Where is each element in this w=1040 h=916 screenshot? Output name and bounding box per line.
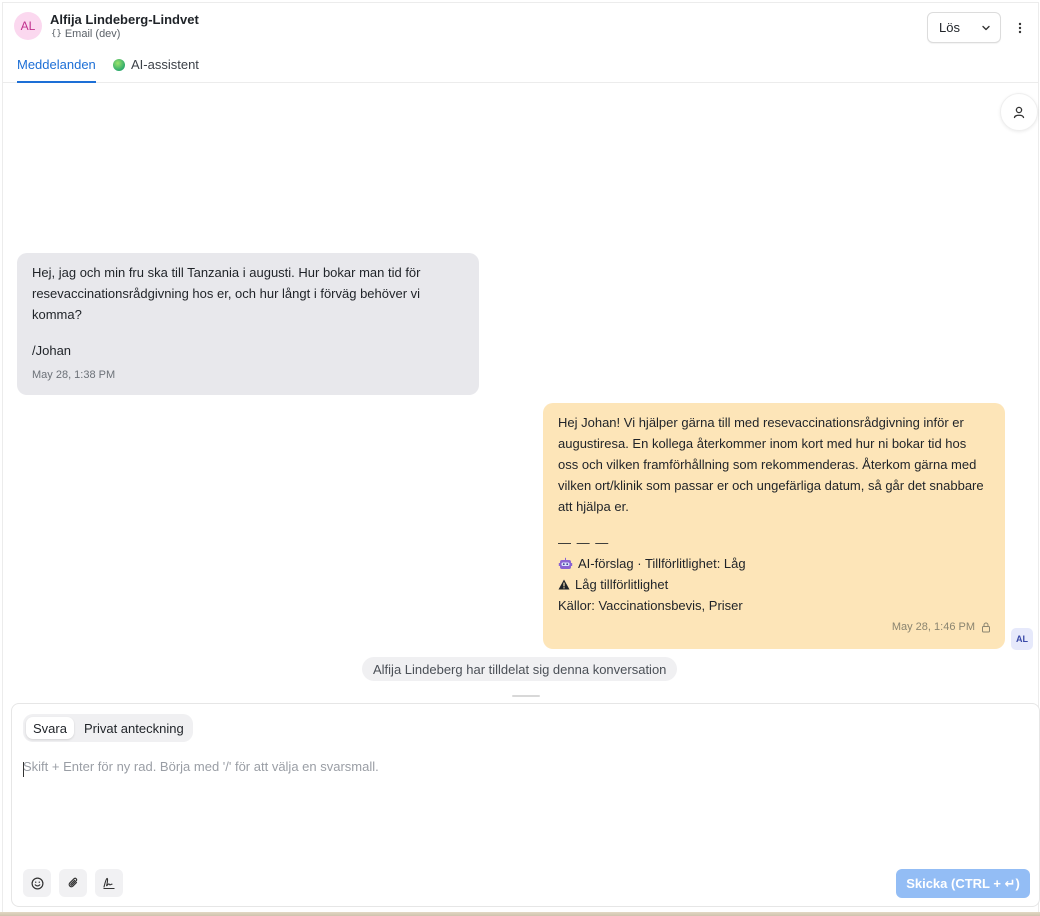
warning-line: Låg tillförlitlighet <box>558 574 990 595</box>
warning-icon <box>558 579 570 590</box>
message-text: Hej Johan! Vi hjälper gärna till med res… <box>558 415 984 514</box>
ai-assistant-icon <box>113 59 125 71</box>
ai-suggestion-text: AI-förslag · Tillförlitlighet: Låg <box>578 556 746 571</box>
user-icon <box>1013 106 1025 119</box>
attach-button[interactable] <box>59 869 87 897</box>
chevron-down-icon[interactable] <box>980 22 992 34</box>
window-bottom-edge <box>0 912 1040 916</box>
sender-avatar: AL <box>1011 628 1033 650</box>
emoji-button[interactable] <box>23 869 51 897</box>
signature-button[interactable] <box>95 869 123 897</box>
message-signature: /Johan <box>32 343 72 358</box>
message-meta: May 28, 1:46 PM <box>892 617 991 638</box>
message-timestamp: May 28, 1:38 PM <box>32 369 116 381</box>
braces-icon: {} <box>51 29 62 39</box>
resolve-label: Lös <box>939 20 960 35</box>
message-input[interactable] <box>23 759 1023 849</box>
tab-ai-assistant[interactable]: AI-assistent <box>113 57 199 83</box>
activity-message: Alfija Lindeberg har tilldelat sig denna… <box>362 657 678 681</box>
warning-text: Låg tillförlitlighet <box>575 577 669 592</box>
conversation-header: AL Alfija Lindeberg-Lindvet {} Email (de… <box>3 3 1038 83</box>
mode-reply-button[interactable]: Svara <box>26 717 74 739</box>
outgoing-message: Hej Johan! Vi hjälper gärna till med res… <box>543 403 1005 649</box>
send-button[interactable]: Skicka (CTRL + ↵) <box>896 869 1030 898</box>
incoming-message: Hej, jag och min fru ska till Tanzania i… <box>17 253 479 395</box>
message-separator: — — — <box>558 535 610 550</box>
text-caret <box>23 762 24 777</box>
contact-name[interactable]: Alfija Lindeberg-Lindvet <box>50 12 199 27</box>
ai-suggestion-line: AI-förslag · Tillförlitlighet: Låg <box>558 553 990 574</box>
reply-composer: Svara Privat anteckning Skicka (CTRL + ↵… <box>11 703 1040 907</box>
message-text: Hej, jag och min fru ska till Tanzania i… <box>32 265 421 322</box>
conversation-view: AL Alfija Lindeberg-Lindvet {} Email (de… <box>2 2 1040 914</box>
reply-mode-toggle: Svara Privat anteckning <box>23 714 193 742</box>
composer-resize-handle[interactable] <box>512 695 540 697</box>
more-options-button[interactable] <box>1012 17 1028 39</box>
tab-messages[interactable]: Meddelanden <box>17 57 96 83</box>
message-timestamp: May 28, 1:46 PM <box>891 621 975 633</box>
inbox-label: {} Email (dev) <box>51 28 120 40</box>
contact-panel-toggle[interactable] <box>1000 93 1038 131</box>
lock-icon <box>982 622 990 633</box>
emoji-icon <box>30 876 44 890</box>
more-vertical-icon <box>1018 22 1022 34</box>
tab-ai-label: AI-assistent <box>131 57 199 72</box>
resolve-button[interactable]: Lös <box>927 12 1001 43</box>
avatar[interactable]: AL <box>14 12 42 40</box>
signature-icon <box>103 877 115 889</box>
robot-icon <box>558 557 573 569</box>
inbox-name: Email (dev) <box>64 28 121 40</box>
sources-line: Källor: Vaccinationsbevis, Priser <box>558 598 743 613</box>
paperclip-icon <box>68 877 77 888</box>
mode-private-note-button[interactable]: Privat anteckning <box>78 717 190 739</box>
